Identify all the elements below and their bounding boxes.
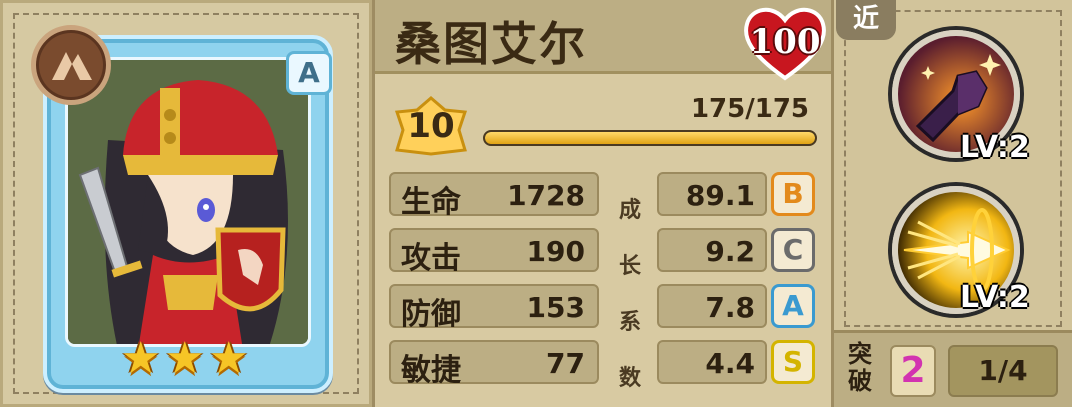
breakthrough-progress: 1/4: [948, 345, 1058, 397]
stat-label: 攻击: [401, 241, 461, 276]
stat-label: 生命: [401, 185, 461, 220]
growth-label-char: 系: [618, 310, 641, 335]
exp-bar-fill: [485, 132, 815, 144]
level-badge: 10: [393, 96, 469, 158]
affinity-badge[interactable]: 100: [741, 2, 829, 82]
growth-label: 成 长 系 数: [615, 180, 645, 391]
breakthrough-box[interactable]: 突破 2 1/4: [834, 330, 1072, 407]
stat-row-attack: 攻击 190: [389, 228, 599, 276]
name-bar: 桑图艾尔 100: [375, 0, 831, 81]
stat-row-hp: 生命 1728: [389, 172, 599, 220]
growth-row-hp: 89.1: [657, 172, 767, 216]
growth-label-char: 成: [618, 198, 641, 223]
stat-row-defense: 防御 153: [389, 284, 599, 332]
breakthrough-count: 2: [890, 345, 936, 397]
stat-row-agility: 敏捷 77: [389, 340, 599, 388]
grade-badge: C: [771, 228, 815, 272]
mountain-icon: [52, 52, 92, 80]
skill-level: LV:2: [960, 280, 1030, 315]
breakthrough-label: 突破: [848, 340, 872, 395]
exp-bar: [483, 130, 817, 146]
stat-label: 敏捷: [401, 353, 461, 388]
growth-value: 4.4: [705, 347, 755, 380]
star-rating: ★ ★ ★: [121, 331, 261, 387]
exp-text: 175/175: [690, 94, 809, 124]
growth-label-char: 长: [618, 254, 641, 279]
grade-badge: B: [771, 172, 815, 216]
growth-label-char: 数: [618, 366, 641, 391]
star-icon: ★: [209, 333, 249, 384]
grade-badge: A: [771, 284, 815, 328]
character-art: [68, 60, 308, 344]
rank-badge: A: [286, 51, 332, 95]
range-tag: 近: [836, 0, 896, 40]
growth-row-attack: 9.2: [657, 228, 767, 272]
character-name: 桑图艾尔: [395, 17, 587, 71]
stat-value: 1728: [507, 179, 585, 212]
stat-value: 77: [546, 347, 585, 380]
stat-label: 防御: [401, 297, 461, 332]
grade-badge: S: [771, 340, 815, 384]
level-value: 10: [407, 106, 455, 146]
character-portrait: [65, 57, 311, 347]
growth-row-agility: 4.4: [657, 340, 767, 384]
growth-value: 89.1: [685, 179, 755, 212]
growth-row-defense: 7.8: [657, 284, 767, 328]
character-card-panel: A ★ ★ ★: [0, 0, 372, 407]
growth-value: 9.2: [705, 235, 755, 268]
affinity-value: 100: [749, 22, 821, 62]
stat-value: 190: [526, 235, 585, 268]
skill-level: LV:2: [960, 130, 1030, 165]
stats-panel: 桑图艾尔 100 10 175/175 生命 1728 攻击 190 防御 15…: [372, 0, 834, 407]
stat-value: 153: [526, 291, 585, 324]
skills-panel: 近 LV:2 LV:2 突破 2 1/4: [834, 0, 1072, 407]
growth-value: 7.8: [705, 291, 755, 324]
class-badge: [31, 25, 111, 105]
star-icon: ★: [121, 333, 161, 384]
star-icon: ★: [165, 333, 205, 384]
